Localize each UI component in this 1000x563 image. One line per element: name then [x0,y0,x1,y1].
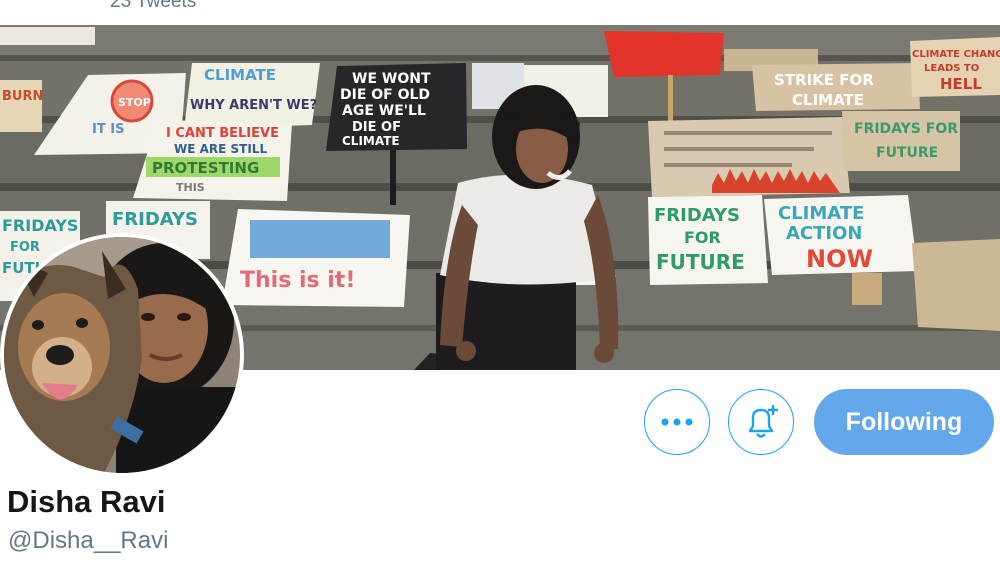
sign-we-wont-4: DIE OF [352,120,401,135]
more-dots-icon [661,418,693,426]
sign-fridays-left-1: FRIDAYS [2,216,78,235]
sign-why-arent-we: WHY AREN'T WE? [190,98,317,113]
sign-fff-center-2: FOR [684,228,721,247]
user-handle: @Disha__Ravi [8,527,169,554]
more-button[interactable] [644,389,710,455]
sign-we-are-still: WE ARE STILL [174,142,267,156]
sign-action-2: ACTION [786,223,862,244]
profile-avatar[interactable] [0,233,244,477]
sign-this: THIS [176,181,205,194]
tweet-count: 23 Tweets [110,0,197,12]
sign-fff-center-3: FUTURE [656,250,745,274]
avatar-photo [4,237,240,473]
sign-fff-right-2: FUTURE [876,145,938,161]
sign-fff-right-1: FRIDAYS FOR [854,121,958,137]
top-header: 23 Tweets [0,0,1000,25]
sign-stop: STOP [118,96,151,109]
sign-we-wont-5: CLIMATE [342,134,400,148]
sign-we-wont-3: AGE WE'LL [342,103,426,119]
display-name: Disha Ravi [7,484,166,519]
sign-strike-1: STRIKE FOR [774,71,874,89]
sign-fff-center-1: FRIDAYS [654,205,740,226]
following-button[interactable]: Following [814,389,994,455]
sign-we-wont-2: DIE OF OLD [340,87,430,103]
sign-we-wont-1: WE WONT [352,71,431,87]
sign-fridays-mid: FRIDAYS [112,209,198,230]
sign-burn: BURN [2,89,43,104]
sign-protesting: PROTESTING [152,159,259,177]
sign-climate-change-3: HELL [940,75,982,93]
sign-climate-change-2: LEADS TO [924,63,979,74]
sign-it-is: IT IS [92,122,124,137]
sign-climate-change-1: CLIMATE CHANGE [912,49,1000,60]
notifications-button[interactable] [728,389,794,455]
sign-this-is-it: This is it! [240,268,355,293]
sign-cant-believe: I CANT BELIEVE [166,126,279,141]
sign-action-1: CLIMATE [778,203,864,224]
sign-climate-top: CLIMATE [204,66,276,84]
bell-plus-icon [748,405,778,438]
sign-strike-2: CLIMATE [792,91,864,109]
sign-action-3: NOW [806,245,873,273]
